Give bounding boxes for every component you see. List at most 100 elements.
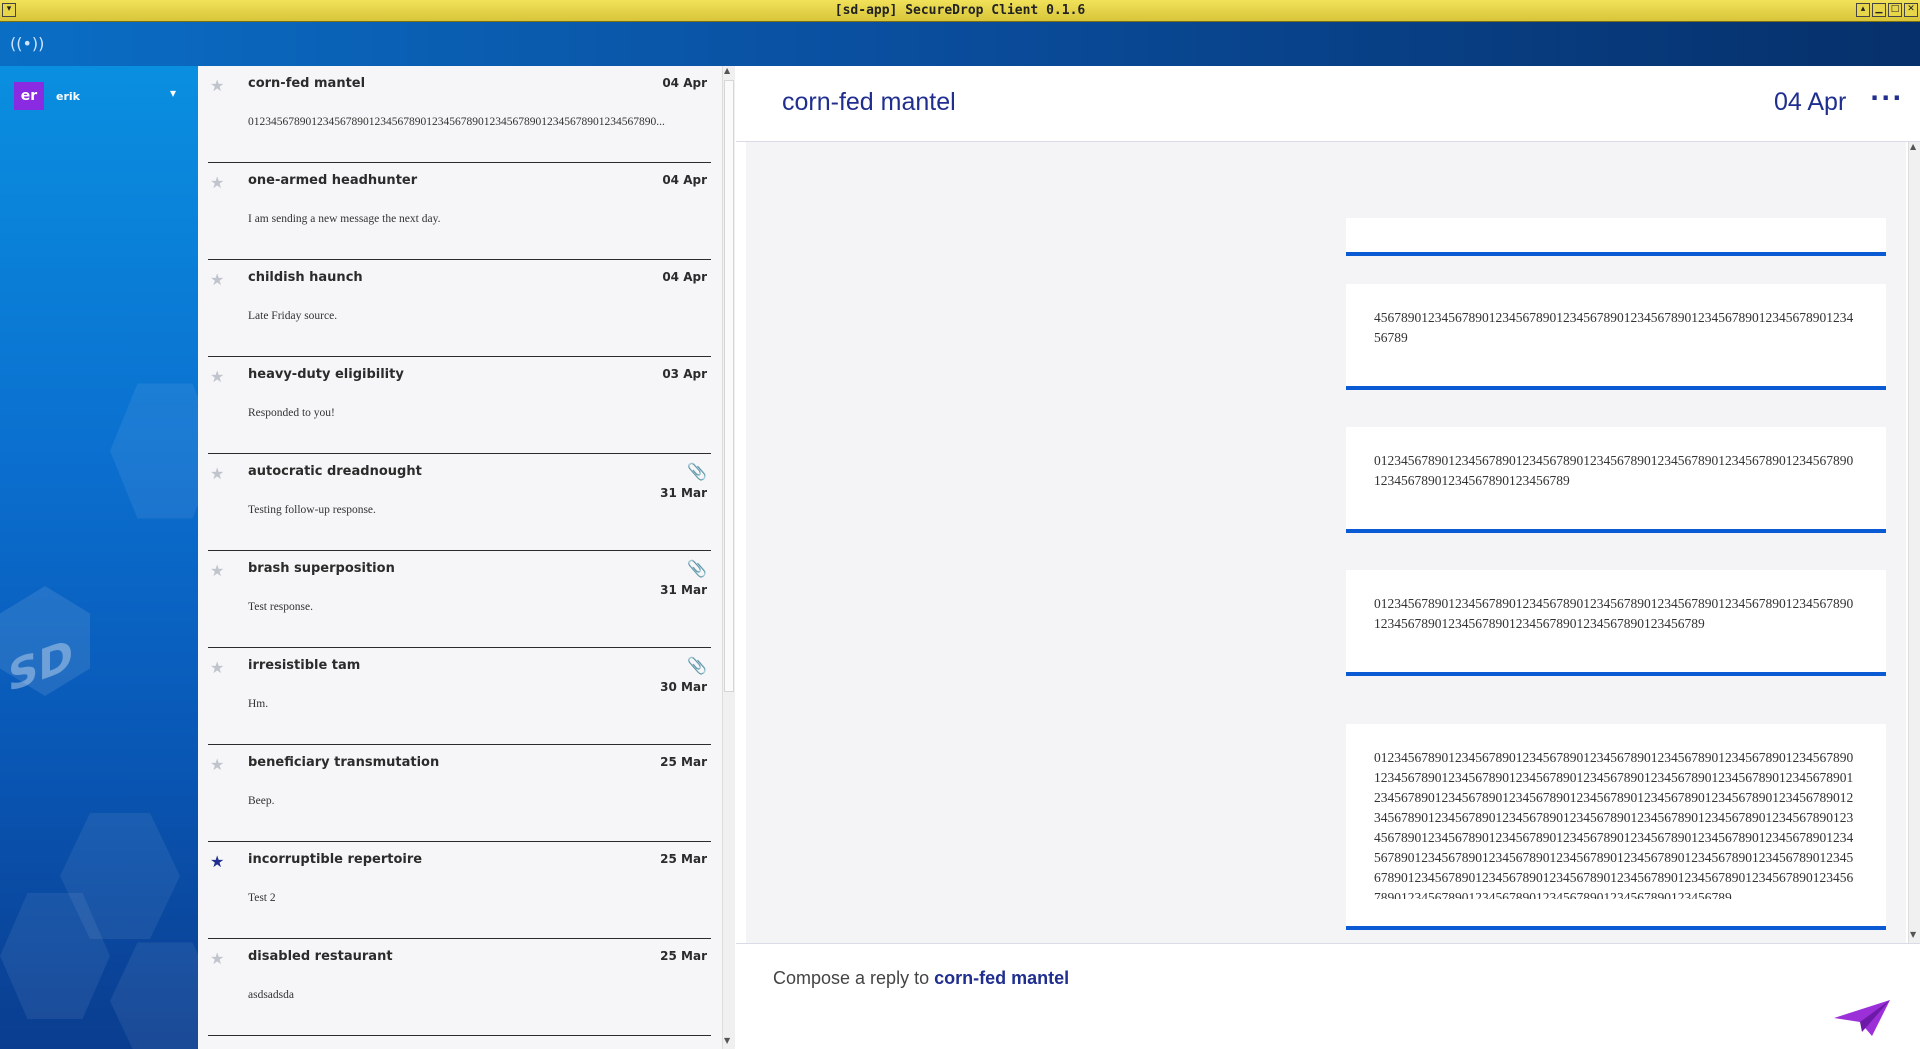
window-close-button[interactable]: ✕ [1904,3,1918,17]
window-controls: ▴ ▁ □ ✕ [1856,3,1918,17]
source-date: 31 Mar [660,486,707,500]
reply-recipient: corn-fed mantel [934,968,1070,988]
source-list-item[interactable]: ★ corn-fed mantel 04 Apr 012345678901234567… [208,66,711,163]
window-title: [sd-app] SecureDrop Client 0.1.6 [834,3,1086,18]
source-date: 04 Apr [662,76,707,90]
conversation-pane: corn-fed mantel 04 Apr ··· 4567890123456… [736,66,1920,1049]
window-minimize-button[interactable]: ▁ [1872,3,1886,17]
source-date: 30 Mar [660,680,707,694]
star-icon[interactable]: ★ [210,464,224,483]
conversation-date: 04 Apr [1774,88,1847,116]
window-menu-button[interactable]: ▾ [2,3,16,17]
source-preview: Test 2 [248,892,276,904]
source-date: 04 Apr [662,173,707,187]
message-text: 0123456789012345678901234567890123456789… [1374,453,1854,488]
window-maximize-button[interactable]: □ [1888,3,1902,17]
sync-icon[interactable]: ((•)) [10,34,44,53]
message-bubble: 4567890123456789012345678901234567890123… [1346,284,1886,390]
message-list: 4567890123456789012345678901234567890123… [746,142,1906,943]
window-shade-button[interactable]: ▴ [1856,3,1870,17]
user-menu[interactable]: er erik [14,82,80,110]
scroll-up-icon[interactable]: ▲ [724,66,730,75]
source-preview: Testing follow-up response. [248,504,376,516]
source-preview: Beep. [248,795,275,807]
message-bubble: 0123456789012345678901234567890123456789… [1346,570,1886,676]
message-text: 0123456789012345678901234567890123456789… [1374,750,1854,899]
more-options-icon[interactable]: ··· [1870,84,1903,112]
source-preview: Late Friday source. [248,310,338,322]
source-date: 25 Mar [660,949,707,963]
source-name: brash superposition [248,561,395,576]
source-list-item[interactable]: ★ autocratic dreadnought 📎 31 Mar Testing fo… [208,454,711,551]
chevron-down-icon[interactable]: ▾ [170,86,176,100]
reply-box[interactable]: Compose a reply to corn-fed mantel [736,943,1920,1049]
paperclip-icon: 📎 [687,656,707,675]
source-preview: Test response. [248,601,313,613]
source-name: incorruptible repertoire [248,852,423,867]
source-list-scrollbar[interactable]: ▲ ▼ [722,66,735,1049]
send-icon[interactable] [1832,998,1892,1038]
conversation-title: corn-fed mantel [782,88,956,116]
reply-prefix: Compose a reply to [773,968,930,988]
source-preview: 0123456789012345678901234567890123456789… [248,116,665,128]
star-icon[interactable]: ★ [210,852,224,871]
scroll-up-icon[interactable]: ▲ [1910,142,1916,151]
source-name: heavy-duty eligibility [248,367,404,382]
source-date: 03 Apr [662,367,707,381]
message-bubble: 0123456789012345678901234567890123456789… [1346,427,1886,533]
scroll-down-icon[interactable]: ▼ [1910,930,1916,939]
source-date: 25 Mar [660,852,707,866]
source-name: one-armed headhunter [248,173,418,188]
star-icon[interactable]: ★ [210,658,224,677]
top-bar: ((•)) [0,22,1920,66]
source-date: 31 Mar [660,583,707,597]
source-name: childish haunch [248,270,363,285]
source-name: disabled restaurant [248,949,393,964]
source-name: corn-fed mantel [248,76,366,91]
source-date: 25 Mar [660,755,707,769]
paperclip-icon: 📎 [687,462,707,481]
source-list-item[interactable]: ★ disabled restaurant 25 Mar asdsadsda [208,939,711,1036]
star-icon[interactable]: ★ [210,76,224,95]
paperclip-icon: 📎 [687,559,707,578]
message-bubble [1346,218,1886,256]
source-list-item[interactable]: ★ beneficiary transmutation 25 Mar Beep. [208,745,711,842]
source-list-item[interactable]: ★ brash superposition 📎 31 Mar Test response… [208,551,711,648]
source-list: ★ corn-fed mantel 04 Apr 012345678901234567… [198,66,722,1049]
source-name: autocratic dreadnought [248,464,422,479]
sidebar: er erik ▾ SD [0,66,198,1049]
source-preview: Responded to you! [248,407,335,419]
source-name: beneficiary transmutation [248,755,440,770]
message-bubble: 0123456789012345678901234567890123456789… [1346,724,1886,930]
message-text: 4567890123456789012345678901234567890123… [1374,310,1854,345]
message-text: 0123456789012345678901234567890123456789… [1374,596,1854,631]
hexagon-decoration [110,942,198,1049]
star-icon[interactable]: ★ [210,561,224,580]
username: erik [56,89,80,103]
source-preview: Hm. [248,698,269,710]
source-list-item[interactable]: ★ incorruptible repertoire 25 Mar Test 2 [208,842,711,939]
reply-placeholder[interactable]: Compose a reply to corn-fed mantel [773,968,1069,989]
star-icon[interactable]: ★ [210,270,224,289]
star-icon[interactable]: ★ [210,367,224,386]
source-preview: asdsadsda [248,989,294,1001]
source-name: irresistible tam [248,658,361,673]
source-date: 04 Apr [662,270,707,284]
star-icon[interactable]: ★ [210,949,224,968]
star-icon[interactable]: ★ [210,173,224,192]
source-list-item[interactable]: ★ irresistible tam 📎 30 Mar Hm. [208,648,711,745]
scroll-down-icon[interactable]: ▼ [724,1036,730,1045]
scroll-thumb[interactable] [724,80,734,692]
star-icon[interactable]: ★ [210,755,224,774]
message-text [1346,218,1886,242]
window-titlebar: ▾ [sd-app] SecureDrop Client 0.1.6 ▴ ▁ □… [0,0,1920,22]
conversation-header: corn-fed mantel 04 Apr ··· [736,66,1920,142]
source-list-item[interactable]: ★ one-armed headhunter 04 Apr I am sending … [208,163,711,260]
message-scrollbar[interactable]: ▲ ▼ [1908,142,1920,943]
source-list-items: ★ corn-fed mantel 04 Apr 012345678901234567… [208,66,711,1036]
hexagon-decoration [110,383,198,519]
source-list-item[interactable]: ★ heavy-duty eligibility 03 Apr Responded t… [208,357,711,454]
source-list-item[interactable]: ★ childish haunch 04 Apr Late Friday source… [208,260,711,357]
avatar: er [14,82,44,110]
source-preview: I am sending a new message the next day. [248,213,441,225]
